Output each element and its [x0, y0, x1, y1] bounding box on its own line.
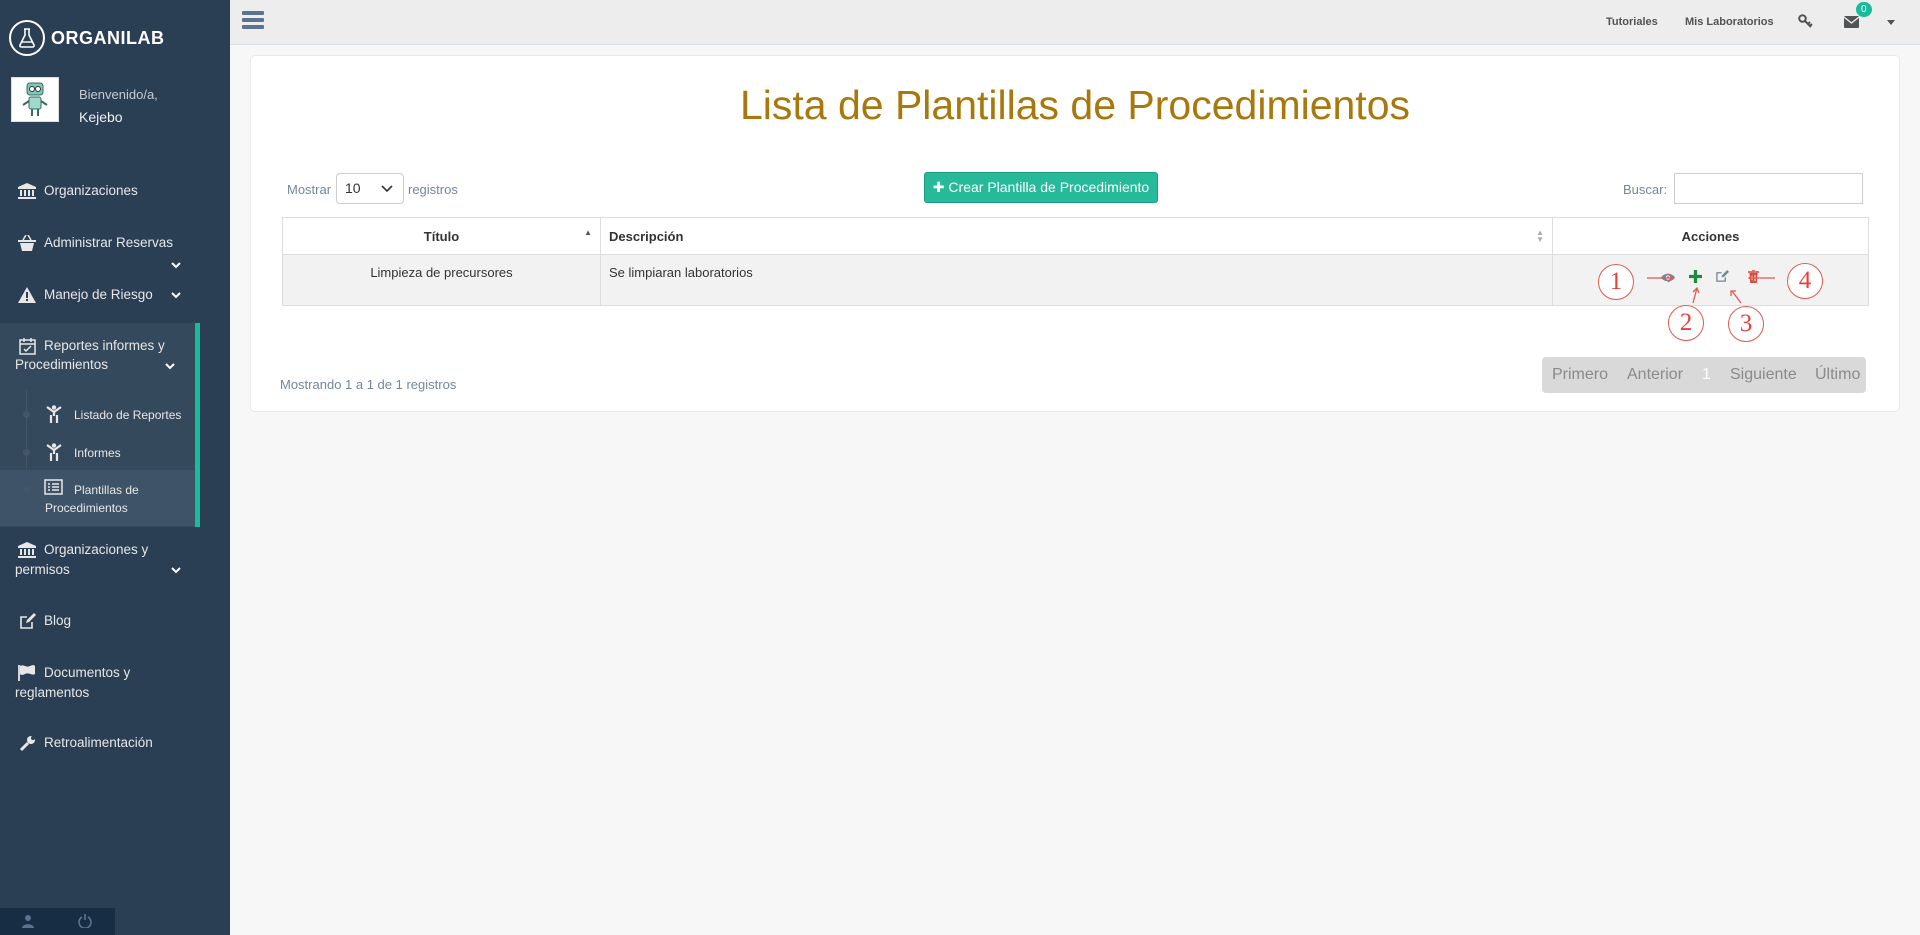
basket-icon [16, 233, 38, 253]
sidebar-footer [0, 908, 115, 935]
calendar-check-icon [16, 336, 38, 356]
sidebar-item-label: Retroalimentación [44, 735, 153, 750]
pager-last[interactable]: Último [1815, 366, 1860, 384]
sort-icon: ▲ ▼ [1536, 228, 1544, 244]
page-size-select[interactable]: 10 [336, 173, 404, 204]
list-alt-icon [44, 479, 63, 495]
sidebar-item-label: Reportes informes y [44, 338, 165, 353]
search-label: Buscar: [1623, 182, 1668, 197]
annotation-marker-4: 4 [1787, 263, 1823, 299]
column-header-description[interactable]: Descripción ▲ ▼ [600, 217, 1553, 255]
nav-link-tutoriales[interactable]: Tutoriales [1606, 16, 1658, 28]
power-icon[interactable] [78, 914, 94, 930]
sidebar-item-documentos[interactable]: Documentos y reglamentos [0, 663, 230, 703]
table-info: Mostrando 1 a 1 de 1 registros [280, 377, 457, 392]
bullet [23, 449, 30, 456]
welcome-text: Bienvenido/a, [79, 87, 158, 102]
edit-icon [16, 611, 38, 631]
top-navbar: Tutoriales Mis Laboratorios 0 [230, 0, 1920, 45]
chevron-down-icon [165, 363, 175, 370]
warning-icon [16, 285, 38, 305]
sidebar-item-label: Organizaciones y [44, 542, 149, 557]
pager-next[interactable]: Siguiente [1730, 366, 1797, 384]
sidebar-subitem-listado-reportes[interactable]: Listado de Reportes [0, 405, 195, 425]
chevron-down-icon [381, 185, 393, 193]
column-header-actions: Acciones [1552, 217, 1869, 255]
sidebar-subitem-label: Procedimientos [45, 501, 128, 515]
show-label: Mostrar [287, 182, 332, 197]
sidebar-item-reportes[interactable]: Reportes informes y Procedimientos [0, 336, 230, 376]
brand[interactable]: ORGANILAB [9, 20, 165, 56]
search-input[interactable] [1674, 173, 1863, 204]
records-label: registros [408, 182, 458, 197]
sidebar-item-label: Organizaciones [44, 183, 138, 198]
menu-toggle-icon[interactable] [242, 11, 264, 33]
caret-down-icon[interactable] [1887, 20, 1895, 25]
content-panel: Lista de Plantillas de Procedimientos Mo… [250, 55, 1900, 412]
sidebar-item-organizaciones[interactable]: Organizaciones [0, 181, 230, 201]
page-title: Lista de Plantillas de Procedimientos [739, 82, 1411, 128]
sidebar-item-organizaciones-permisos[interactable]: Organizaciones y permisos [0, 540, 230, 580]
pager-previous[interactable]: Anterior [1627, 366, 1683, 384]
chevron-down-icon [171, 567, 181, 574]
username: Kejebo [79, 109, 123, 125]
page-size-value: 10 [345, 180, 361, 196]
pager-current-page[interactable]: 1 [1702, 366, 1711, 384]
sidebar-item-label: Manejo de Riesgo [44, 287, 153, 302]
sidebar-item-label: Procedimientos [15, 357, 109, 372]
sidebar-item-label: reglamentos [15, 685, 90, 700]
avatar [11, 77, 59, 122]
sidebar-item-label: Documentos y [44, 665, 131, 680]
sidebar-item-label: Blog [44, 613, 72, 628]
column-header-title[interactable]: Título ▲ [282, 217, 601, 255]
sidebar-item-label: Administrar Reservas [44, 235, 174, 250]
bullet [23, 411, 30, 418]
child-icon [46, 443, 62, 461]
profile: Bienvenido/a, Kejebo [11, 77, 158, 125]
flag-icon [16, 663, 38, 683]
plus-icon: ✚ [932, 179, 945, 195]
bank-icon [16, 181, 38, 201]
chevron-down-icon [171, 262, 181, 269]
bank-icon [16, 540, 38, 560]
mail-count-badge: 0 [1856, 2, 1872, 17]
user-icon[interactable] [22, 914, 38, 930]
nav-link-mis-laboratorios[interactable]: Mis Laboratorios [1685, 16, 1774, 28]
bullet [23, 486, 30, 493]
envelope-icon[interactable] [1844, 16, 1859, 28]
cell-title: Limpieza de precursores [282, 254, 601, 306]
pagination: Primero Anterior 1 Siguiente Último [1542, 357, 1866, 393]
sidebar: ORGANILAB Bienvenido/a, Kejebo Organizac… [0, 0, 230, 935]
child-icon [46, 405, 62, 423]
flask-icon [9, 20, 45, 56]
sidebar-item-riesgo[interactable]: Manejo de Riesgo [0, 285, 230, 305]
annotation-marker-3: 3 [1728, 306, 1764, 342]
annotation-arrows [1647, 273, 1775, 304]
wrench-icon [16, 733, 38, 753]
create-template-button[interactable]: ✚ Crear Plantilla de Procedimiento [924, 172, 1158, 203]
table-header-row: Título ▲ Descripción ▲ ▼ Acciones [282, 217, 1869, 255]
create-button-label: Crear Plantilla de Procedimiento [948, 179, 1150, 195]
sidebar-subitem-informes[interactable]: Informes [0, 443, 195, 463]
cell-description: Se limpiaran laboratorios [600, 254, 1553, 306]
sidebar-subitem-label: Listado de Reportes [74, 408, 182, 422]
sidebar-subitem-label: Plantillas de [74, 483, 139, 497]
sidebar-item-blog[interactable]: Blog [0, 611, 230, 631]
app-name: ORGANILAB [51, 27, 165, 48]
key-icon[interactable] [1798, 14, 1813, 29]
sidebar-item-label: permisos [15, 562, 70, 577]
chevron-down-icon [171, 292, 181, 299]
sort-asc-icon: ▲ [584, 228, 592, 237]
sidebar-subitem-plantillas[interactable]: Plantillas de Procedimientos [0, 479, 195, 519]
pager-first[interactable]: Primero [1552, 366, 1608, 384]
sidebar-subitem-label: Informes [74, 446, 121, 460]
sidebar-item-retroalimentacion[interactable]: Retroalimentación [0, 733, 230, 753]
annotation-marker-1: 1 [1598, 264, 1634, 300]
sidebar-item-reservas[interactable]: Administrar Reservas [0, 233, 230, 273]
annotation-marker-2: 2 [1668, 305, 1704, 341]
